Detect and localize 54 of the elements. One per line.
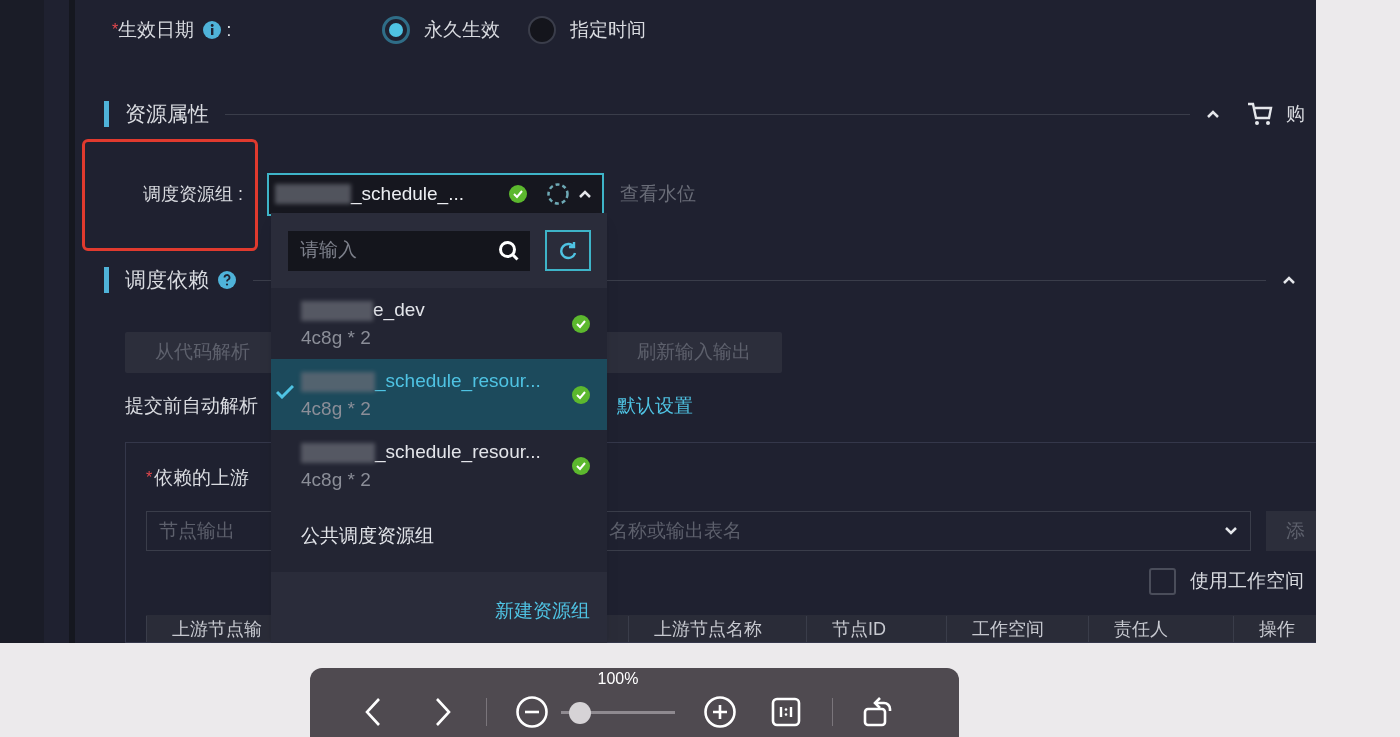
field-label: 生效日期 <box>118 17 195 42</box>
select-value: _schedule_... <box>351 181 466 207</box>
refresh-button[interactable] <box>545 230 591 271</box>
check-icon <box>276 385 294 399</box>
search-field[interactable]: 请输入 <box>288 230 530 271</box>
radio-option[interactable]: 永久生效 <box>382 15 500 45</box>
slider-thumb[interactable] <box>569 701 592 724</box>
required-mark: * <box>112 21 119 40</box>
section-title: 资源属性 <box>125 101 209 128</box>
section-title: 调度依赖 <box>125 267 209 294</box>
option-name: e_dev <box>373 298 425 323</box>
radio-button[interactable] <box>382 16 410 44</box>
option-name: _schedule_resour... <box>375 369 541 394</box>
collapse-caret-icon[interactable] <box>1206 109 1220 119</box>
option-spec: 4c8g * 2 <box>301 396 372 421</box>
option-name: 公共调度资源组 <box>301 524 434 549</box>
section-accent-bar <box>104 267 109 293</box>
field-label: 依赖的上游 <box>154 465 250 490</box>
default-settings-link[interactable]: 默认设置 <box>617 391 693 421</box>
dropdown-caret-icon[interactable] <box>1224 526 1238 536</box>
search-icon <box>498 239 520 262</box>
radio-option[interactable]: 指定时间 <box>528 15 646 45</box>
refresh-icon <box>557 239 579 262</box>
zoom-in-icon[interactable] <box>703 695 737 729</box>
collapse-caret-icon[interactable] <box>1282 275 1296 285</box>
column-header: 节点ID <box>806 616 946 642</box>
column-header: 工作空间 <box>946 616 1088 642</box>
info-icon <box>202 20 223 40</box>
dropdown-option[interactable]: _schedule_resour... 4c8g * 2 <box>271 359 607 430</box>
zoom-percentage: 100% <box>597 669 639 689</box>
colon: : <box>226 17 232 42</box>
checkbox[interactable] <box>1149 567 1176 595</box>
checkbox-label: 使用工作空间 <box>1190 568 1305 593</box>
help-icon <box>217 270 237 290</box>
auto-parse-text: 提交前自动解析 <box>125 393 258 418</box>
required-mark: * <box>146 468 153 488</box>
caret-icon[interactable] <box>578 189 592 199</box>
rotate-icon[interactable] <box>862 695 894 729</box>
zoom-slider[interactable] <box>561 701 675 723</box>
column-header: 责任人 <box>1088 616 1233 642</box>
redacted-blur <box>301 300 373 321</box>
field-label: 调度资源组 : <box>143 182 243 206</box>
zoom-out-icon[interactable] <box>515 695 549 729</box>
section-accent-bar <box>104 101 109 127</box>
column-header: 上游节点名称 <box>628 616 806 642</box>
actual-size-icon[interactable] <box>771 697 801 727</box>
buy-link[interactable]: 购 <box>1286 99 1316 129</box>
resource-group-select[interactable]: _schedule_... <box>267 172 604 216</box>
column-header: 操作 <box>1233 616 1313 642</box>
option-spec: 4c8g * 2 <box>301 467 372 492</box>
option-name: _schedule_resour... <box>375 440 541 465</box>
cart-icon[interactable] <box>1246 101 1274 127</box>
dropdown-option[interactable]: _schedule_resour... 4c8g * 2 <box>271 430 607 501</box>
radio-button[interactable] <box>528 16 556 44</box>
